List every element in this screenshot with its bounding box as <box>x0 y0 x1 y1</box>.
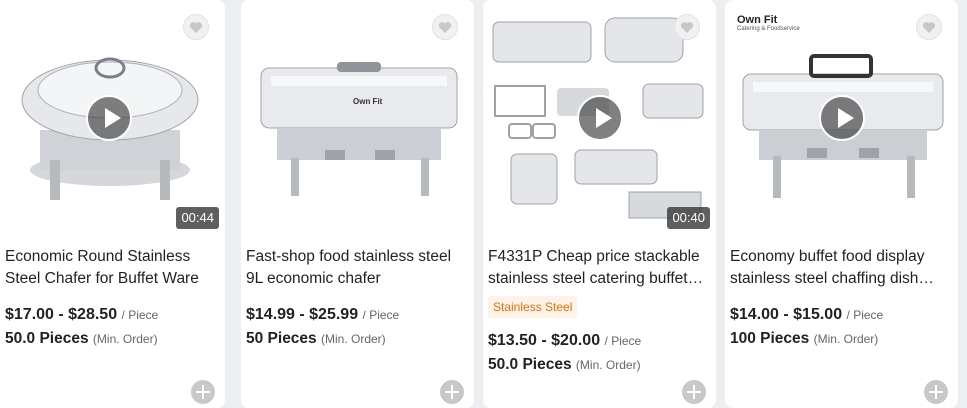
play-icon[interactable] <box>818 95 865 141</box>
price-range: $13.50 - $20.00 <box>488 332 601 349</box>
play-icon[interactable] <box>576 95 623 141</box>
price-unit: / Piece <box>121 308 159 322</box>
favorite-button[interactable] <box>674 14 700 40</box>
moq-unit: (Min. Order) <box>813 332 879 346</box>
add-circle-icon[interactable] <box>191 380 215 404</box>
moq-unit: (Min. Order) <box>575 358 641 372</box>
brand-name: Own Fit <box>737 14 778 26</box>
product-card[interactable]: 00:40 F4331P Cheap price stackable stain… <box>483 0 716 408</box>
video-duration: 00:40 <box>667 207 710 229</box>
heart-icon <box>680 21 694 33</box>
add-circle-icon[interactable] <box>682 380 706 404</box>
product-title[interactable]: Fast-shop food stainless steel 9L econom… <box>246 246 468 290</box>
price-range: $14.99 - $25.99 <box>246 306 359 323</box>
price-unit: / Piece <box>362 308 400 322</box>
product-price: $13.50 - $20.00 / Piece <box>488 332 641 350</box>
favorite-button[interactable] <box>183 14 209 40</box>
product-title[interactable]: Economy buffet food display stainless st… <box>730 246 952 290</box>
heart-icon <box>438 21 452 33</box>
favorite-button[interactable] <box>432 14 458 40</box>
moq-value: 100 Pieces <box>730 330 810 347</box>
heart-icon <box>922 21 936 33</box>
product-card[interactable]: Own Fit Catering & Foodservice Economy b… <box>725 0 958 408</box>
svg-text:Own Fit: Own Fit <box>353 97 383 106</box>
material-tag: Stainless Steel <box>488 296 578 318</box>
min-order: 50.0 Pieces (Min. Order) <box>5 330 158 348</box>
min-order: 50 Pieces (Min. Order) <box>246 330 386 348</box>
favorite-button[interactable] <box>916 14 942 40</box>
add-circle-icon[interactable] <box>924 380 948 404</box>
play-icon[interactable] <box>85 95 132 141</box>
price-range: $17.00 - $28.50 <box>5 306 118 323</box>
product-card[interactable]: Own Fit Fast-shop food stainless steel 9… <box>241 0 474 408</box>
product-price: $14.00 - $15.00 / Piece <box>730 306 883 324</box>
moq-unit: (Min. Order) <box>92 332 158 346</box>
price-unit: / Piece <box>604 334 642 348</box>
min-order: 100 Pieces (Min. Order) <box>730 330 878 348</box>
product-media[interactable]: Own Fit <box>241 0 474 232</box>
product-price: $14.99 - $25.99 / Piece <box>246 306 399 324</box>
price-unit: / Piece <box>846 308 884 322</box>
product-media[interactable]: 00:44 <box>0 0 225 232</box>
moq-value: 50.0 Pieces <box>5 330 89 347</box>
add-circle-icon[interactable] <box>440 380 464 404</box>
product-title[interactable]: Economic Round Stainless Steel Chafer fo… <box>5 246 225 290</box>
product-media[interactable]: 00:40 <box>483 0 716 232</box>
video-duration: 00:44 <box>176 207 219 229</box>
brand-logo: Own Fit Catering & Foodservice <box>737 14 800 32</box>
moq-value: 50.0 Pieces <box>488 356 572 373</box>
price-range: $14.00 - $15.00 <box>730 306 843 323</box>
heart-icon <box>189 21 203 33</box>
product-title[interactable]: F4331P Cheap price stackable stainless s… <box>488 246 710 290</box>
product-price: $17.00 - $28.50 / Piece <box>5 306 158 324</box>
min-order: 50.0 Pieces (Min. Order) <box>488 356 641 374</box>
product-card[interactable]: 00:44 Economic Round Stainless Steel Cha… <box>0 0 225 408</box>
moq-unit: (Min. Order) <box>321 332 386 346</box>
moq-value: 50 Pieces <box>246 330 317 347</box>
product-media[interactable]: Own Fit Catering & Foodservice <box>725 0 958 232</box>
brand-subtitle: Catering & Foodservice <box>737 26 800 32</box>
